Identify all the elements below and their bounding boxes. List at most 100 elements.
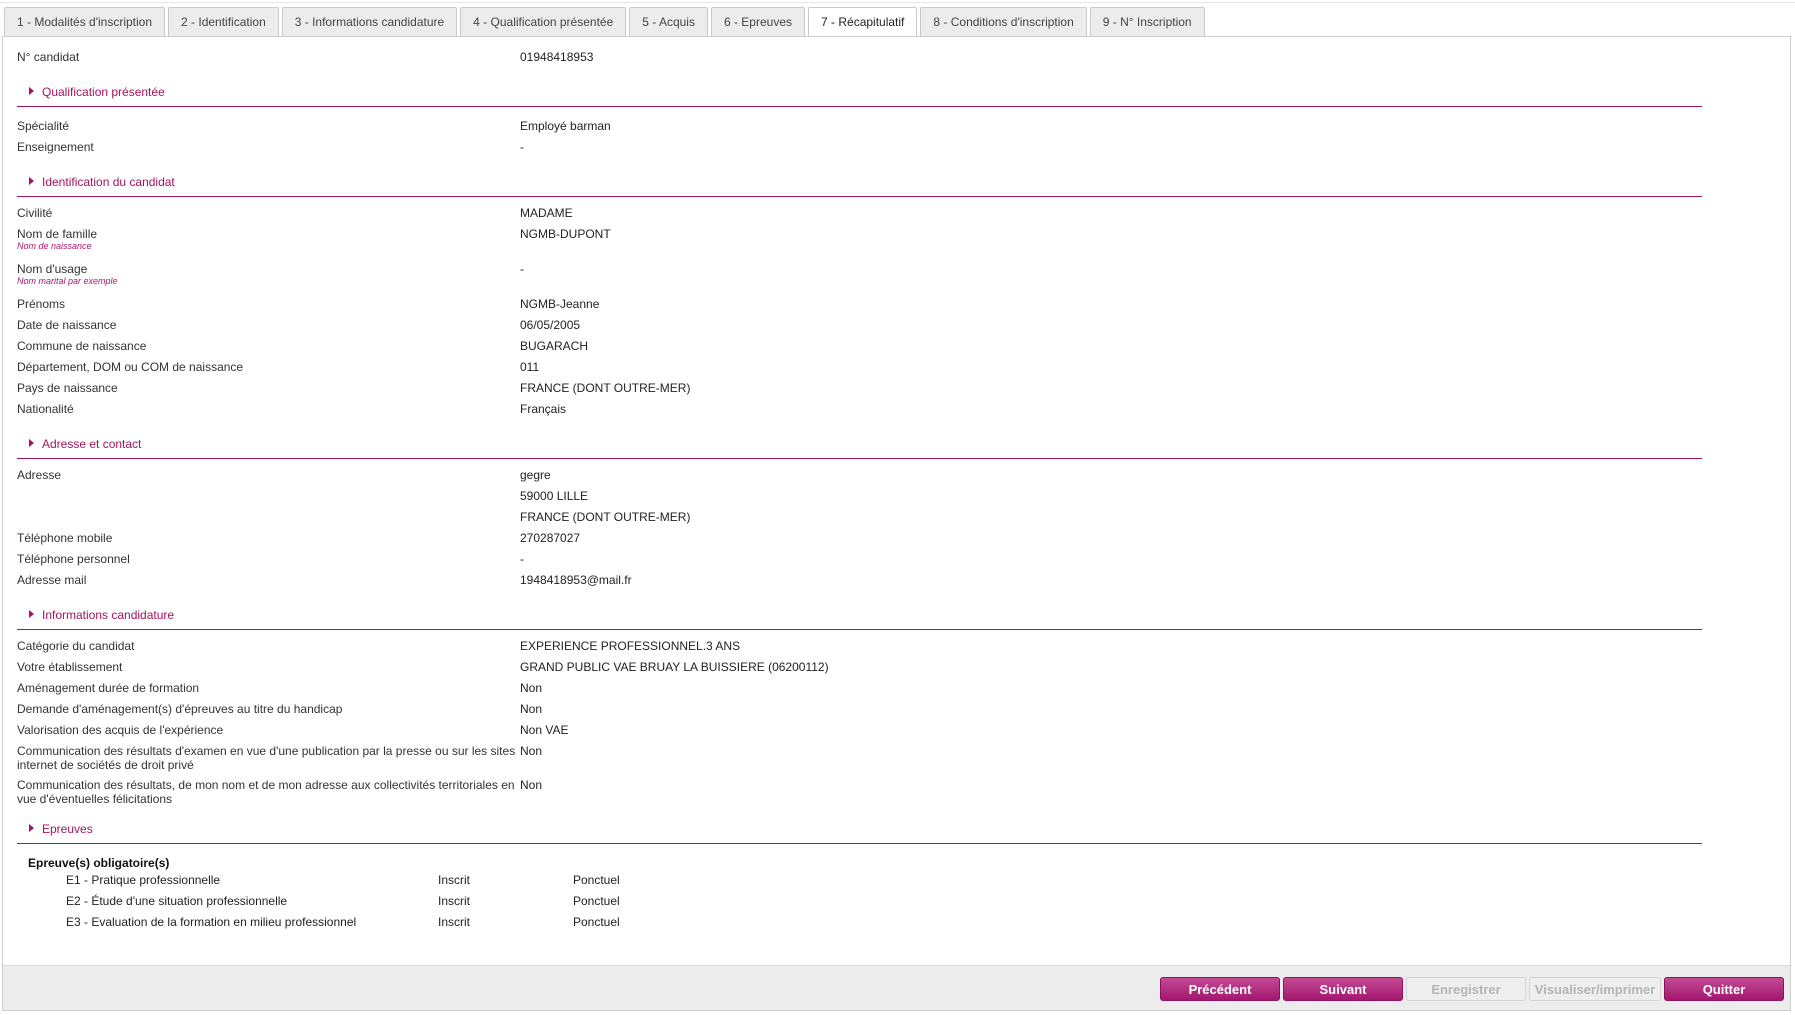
row-mail: Adresse mail 1948418953@mail.fr bbox=[17, 570, 1703, 591]
row-amenagement-duree: Aménagement durée de formation Non bbox=[17, 678, 1703, 699]
row-nom-usage: Nom d'usage Nom marital par exemple - bbox=[17, 259, 1703, 294]
row-amenagement-handicap: Demande d'aménagement(s) d'épreuves au t… bbox=[17, 699, 1703, 720]
epreuve-name: E2 - Étude d'une situation professionnel… bbox=[66, 894, 288, 908]
row-commune-naissance: Commune de naissance BUGARACH bbox=[17, 336, 1703, 357]
row-prenoms: Prénoms NGMB-Jeanne bbox=[17, 294, 1703, 315]
row-adresse-1: Adresse gegre bbox=[17, 465, 1703, 486]
communication-collectivites-label: Communication des résultats, de mon nom … bbox=[17, 778, 515, 806]
communication-collectivites-value: Non bbox=[520, 778, 543, 792]
section-qualification-label: Qualification présentée bbox=[42, 85, 165, 99]
row-etablissement: Votre établissement GRAND PUBLIC VAE BRU… bbox=[17, 657, 1703, 678]
vae-label: Valorisation des acquis de l'expérience bbox=[17, 723, 224, 737]
section-title-identification[interactable]: Identification du candidat bbox=[29, 175, 175, 189]
suivant-button[interactable]: Suivant bbox=[1283, 977, 1403, 1001]
tab-recapitulatif[interactable]: 7 - Récapitulatif bbox=[808, 7, 918, 38]
nationalite-label: Nationalité bbox=[17, 402, 74, 416]
communication-presse-value: Non bbox=[520, 744, 543, 758]
row-communication-presse: Communication des résultats d'examen en … bbox=[17, 741, 1703, 775]
tab-conditions[interactable]: 8 - Conditions d'inscription bbox=[920, 7, 1087, 36]
tab-identification[interactable]: 2 - Identification bbox=[168, 7, 279, 36]
departement-label: Département, DOM ou COM de naissance bbox=[17, 360, 244, 374]
communication-presse-label: Communication des résultats d'examen en … bbox=[17, 744, 516, 772]
row-candidate-number: N° candidat 01948418953 bbox=[17, 47, 1703, 68]
row-date-naissance: Date de naissance 06/05/2005 bbox=[17, 315, 1703, 336]
departement-value: 011 bbox=[520, 360, 540, 374]
epreuve-mode: Ponctuel bbox=[573, 915, 620, 929]
section-qualification[interactable]: Qualification présentée bbox=[17, 68, 1703, 108]
caret-right-icon bbox=[29, 824, 34, 832]
enseignement-label: Enseignement bbox=[17, 140, 94, 154]
etablissement-value: GRAND PUBLIC VAE BRUAY LA BUISSIERE (062… bbox=[520, 660, 829, 674]
tab-modalites[interactable]: 1 - Modalités d'inscription bbox=[4, 7, 166, 36]
adresse-line3: FRANCE (DONT OUTRE-MER) bbox=[520, 510, 691, 524]
section-candidature-label: Informations candidature bbox=[42, 608, 175, 622]
section-adresse-label: Adresse et contact bbox=[42, 437, 142, 451]
section-title-epreuves[interactable]: Epreuves bbox=[29, 822, 93, 836]
epreuve-status: Inscrit bbox=[438, 894, 471, 908]
adresse-label: Adresse bbox=[17, 468, 62, 482]
caret-right-icon bbox=[29, 177, 34, 185]
section-identification[interactable]: Identification du candidat bbox=[17, 158, 1703, 198]
enregistrer-button[interactable]: Enregistrer bbox=[1406, 977, 1526, 1001]
nom-famille-label: Nom de famille Nom de naissance bbox=[17, 227, 517, 252]
visualiser-imprimer-button[interactable]: Visualiser/imprimer bbox=[1529, 977, 1661, 1001]
recap-content: N° candidat 01948418953 Qualification pr… bbox=[17, 47, 1703, 930]
row-tel-mobile: Téléphone mobile 270287027 bbox=[17, 528, 1703, 549]
row-vae: Valorisation des acquis de l'expérience … bbox=[17, 720, 1703, 741]
civilite-value: MADAME bbox=[520, 206, 573, 220]
section-title-candidature[interactable]: Informations candidature bbox=[29, 608, 174, 622]
action-bar: Précédent Suivant Enregistrer Visualiser… bbox=[3, 965, 1790, 1010]
tel-perso-label: Téléphone personnel bbox=[17, 552, 130, 566]
candidate-number-label: N° candidat bbox=[17, 50, 80, 64]
candidate-number-value: 01948418953 bbox=[520, 50, 594, 64]
section-divider bbox=[17, 458, 1702, 459]
row-specialite: Spécialité Employé barman bbox=[17, 116, 1703, 137]
mail-value: 1948418953@mail.fr bbox=[520, 573, 632, 587]
epreuve-row: E1 - Pratique professionnelle Inscrit Po… bbox=[17, 867, 1703, 888]
enseignement-value: - bbox=[520, 140, 524, 154]
prenoms-label: Prénoms bbox=[17, 297, 66, 311]
tab-informations-candidature[interactable]: 3 - Informations candidature bbox=[281, 7, 458, 36]
tel-mobile-value: 270287027 bbox=[520, 531, 581, 545]
categorie-label: Catégorie du candidat bbox=[17, 639, 135, 653]
section-epreuves[interactable]: Epreuves bbox=[17, 805, 1703, 845]
section-adresse[interactable]: Adresse et contact bbox=[17, 420, 1703, 460]
precedent-button[interactable]: Précédent bbox=[1160, 977, 1280, 1001]
section-divider bbox=[17, 843, 1702, 844]
tab-qualification[interactable]: 4 - Qualification présentée bbox=[460, 7, 627, 36]
tab-epreuves[interactable]: 6 - Epreuves bbox=[710, 7, 806, 36]
amenagement-duree-label: Aménagement durée de formation bbox=[17, 681, 200, 695]
amenagement-duree-value: Non bbox=[520, 681, 543, 695]
nom-usage-value: - bbox=[520, 262, 524, 276]
section-candidature[interactable]: Informations candidature bbox=[17, 591, 1703, 631]
top-border bbox=[0, 2, 1795, 3]
caret-right-icon bbox=[29, 610, 34, 618]
tel-perso-value: - bbox=[520, 552, 524, 566]
row-adresse-3: FRANCE (DONT OUTRE-MER) bbox=[17, 507, 1703, 528]
caret-right-icon bbox=[29, 87, 34, 95]
nom-usage-label: Nom d'usage Nom marital par exemple bbox=[17, 262, 517, 287]
nom-usage-text: Nom d'usage bbox=[17, 262, 88, 276]
epreuve-name: E1 - Pratique professionnelle bbox=[66, 873, 221, 887]
date-naissance-value: 06/05/2005 bbox=[520, 318, 581, 332]
nationalite-value: Français bbox=[520, 402, 567, 416]
recap-panel: N° candidat 01948418953 Qualification pr… bbox=[2, 36, 1791, 1011]
adresse-line2: 59000 LILLE bbox=[520, 489, 589, 503]
row-pays-naissance: Pays de naissance FRANCE (DONT OUTRE-MER… bbox=[17, 378, 1703, 399]
quitter-button[interactable]: Quitter bbox=[1664, 977, 1784, 1001]
caret-right-icon bbox=[29, 439, 34, 447]
epreuves-group-title: Epreuve(s) obligatoire(s) bbox=[17, 845, 1703, 870]
row-categorie: Catégorie du candidat EXPERIENCE PROFESS… bbox=[17, 636, 1703, 657]
tab-acquis[interactable]: 5 - Acquis bbox=[629, 7, 708, 36]
row-nom-famille: Nom de famille Nom de naissance NGMB-DUPO… bbox=[17, 224, 1703, 259]
date-naissance-label: Date de naissance bbox=[17, 318, 117, 332]
section-title-adresse[interactable]: Adresse et contact bbox=[29, 437, 141, 451]
specialite-value: Employé barman bbox=[520, 119, 611, 133]
section-title-qualification[interactable]: Qualification présentée bbox=[29, 85, 165, 99]
pays-naissance-value: FRANCE (DONT OUTRE-MER) bbox=[520, 381, 691, 395]
adresse-line1: gegre bbox=[520, 468, 551, 482]
epreuve-mode: Ponctuel bbox=[573, 873, 620, 887]
tab-numero-inscription[interactable]: 9 - N° Inscription bbox=[1089, 7, 1205, 36]
epreuve-row: E3 - Evaluation de la formation en milie… bbox=[17, 909, 1703, 930]
row-nationalite: Nationalité Français bbox=[17, 399, 1703, 420]
